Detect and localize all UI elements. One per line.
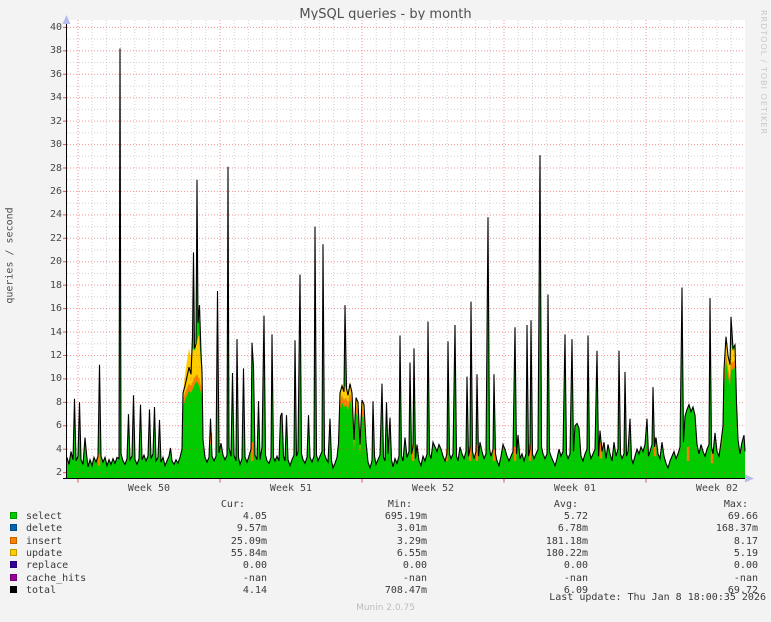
y-tick-label: 20 [49,256,62,268]
legend-column-header: Min: [387,499,412,510]
legend-swatch-delete [10,524,17,532]
legend-cur-update: 55.84m [230,547,267,559]
legend-max-update: 5.19 [733,547,758,559]
y-tick-label: 38 [49,45,62,57]
legend-max-delete: 168.37m [715,523,758,535]
y-axis-arrow [62,15,71,24]
legend-max-replace: 0.00 [733,560,758,572]
legend-max-select: 69.66 [727,511,758,522]
y-tick-label: 8 [55,396,62,408]
y-tick-label: 4 [55,443,62,455]
legend-max-cache_hits: -nan [733,572,758,584]
y-tick-label: 22 [49,232,62,244]
x-tick-label: Week 01 [553,483,597,494]
y-tick-label: 32 [49,115,62,127]
legend-label-delete: delete [26,523,63,535]
legend-label-update: update [26,547,63,559]
legend-avg-delete: 6.78m [557,523,588,535]
munin-version: Munin 2.0.75 [356,603,415,613]
legend-min-update: 6.55m [396,547,427,559]
legend-swatch-select [10,512,17,519]
legend-min-cache_hits: -nan [402,572,427,584]
y-tick-label: 34 [49,92,62,104]
legend-min-insert: 3.29m [396,535,427,547]
legend-min-select: 695.19m [384,511,427,522]
legend-column-header: Max: [723,499,748,510]
legend-avg-cache_hits: -nan [563,572,588,584]
legend-cur-insert: 25.09m [230,535,267,547]
legend-column-header: Avg: [553,499,578,510]
y-tick-label: 30 [49,139,62,151]
legend-cur-total: 4.14 [242,584,267,596]
y-tick-label: 24 [49,209,62,221]
y-tick-label: 12 [49,349,62,361]
legend-avg-replace: 0.00 [563,560,588,572]
legend-avg-update: 180.22m [545,547,588,559]
x-tick-label: Week 51 [269,483,313,494]
x-tick-label: Week 52 [411,483,455,494]
y-tick-label: 26 [49,185,62,197]
legend-swatch-cache_hits [10,573,17,581]
x-axis-arrow [745,474,754,483]
legend-min-replace: 0.00 [402,560,427,572]
insert-fleck [492,449,496,461]
legend-swatch-insert [10,536,17,544]
y-tick-label: 10 [49,373,62,385]
y-tick-label: 28 [49,162,62,174]
legend-label-cache_hits: cache_hits [26,572,87,584]
y-tick-label: 18 [49,279,62,291]
munin-graph-page: MySQL queries - by month queries / secon… [0,0,771,622]
y-tick-label: 6 [55,420,62,432]
plot-background [67,20,745,479]
legend-avg-insert: 181.18m [545,535,588,547]
legend-label-select: select [26,511,63,522]
x-tick-label: Week 50 [127,483,171,494]
legend-cur-replace: 0.00 [242,560,267,572]
legend-label-replace: replace [26,560,69,572]
legend-max-insert: 8.17 [733,535,758,547]
legend-cur-select: 4.05 [242,511,267,522]
x-tick-label: Week 02 [695,483,739,494]
legend-column-header: Cur: [220,499,245,510]
mysql-queries-chart [62,15,754,483]
y-tick-label: 16 [49,303,62,315]
y-tick-label: 2 [55,467,62,479]
y-tick-label: 14 [49,326,62,338]
legend-avg-select: 5.72 [563,511,588,522]
legend-swatch-update [10,548,17,556]
y-tick-label: 40 [49,21,62,33]
y-tick-label: 36 [49,68,62,80]
legend-swatch-total [10,585,17,593]
legend-label-insert: insert [26,535,63,547]
legend-cur-delete: 9.57m [236,523,267,535]
legend-cur-cache_hits: -nan [242,572,267,584]
legend-min-delete: 3.01m [396,523,427,535]
legend-swatch-replace [10,561,17,569]
legend-label-total: total [26,584,57,596]
last-update-text: Last update: Thu Jan 8 18:00:35 2026 [549,592,766,603]
